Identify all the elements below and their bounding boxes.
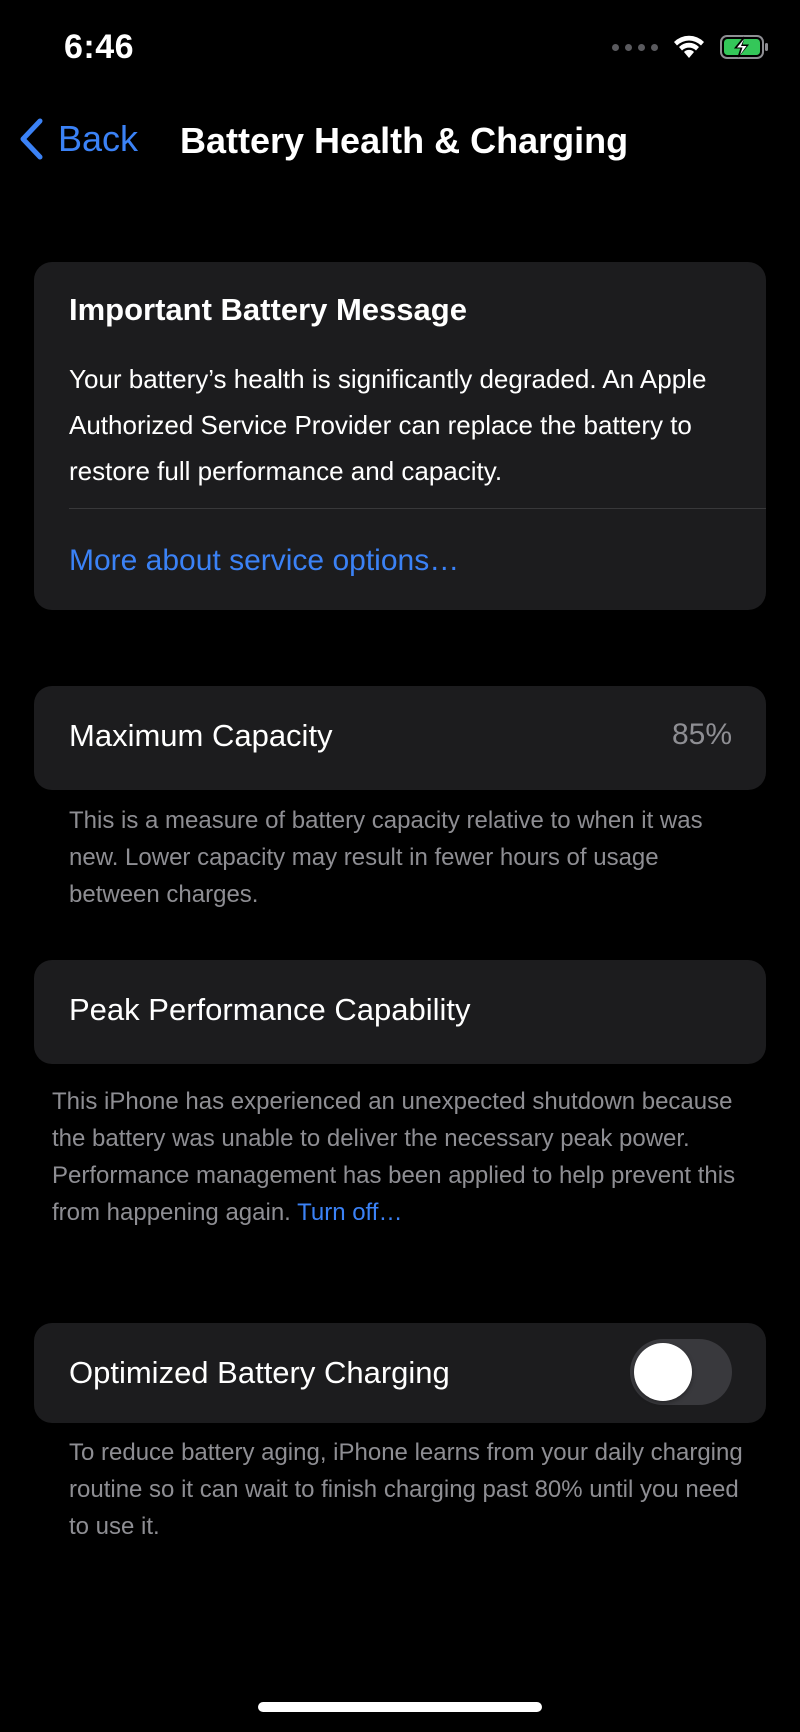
status-time: 6:46 (64, 28, 135, 66)
optimized-charging-label: Optimized Battery Charging (69, 1355, 450, 1390)
maximum-capacity-label: Maximum Capacity (69, 718, 333, 753)
peak-performance-note: This iPhone has experienced an unexpecte… (52, 1083, 762, 1231)
optimized-charging-toggle[interactable] (630, 1339, 732, 1405)
home-indicator (258, 1702, 542, 1712)
important-message-card: Important Battery Message Your battery’s… (34, 262, 766, 610)
toggle-knob (634, 1343, 692, 1401)
navigation-bar: Back Battery Health & Charging (0, 100, 800, 184)
cellular-signal-icon (612, 43, 658, 51)
page-title: Battery Health & Charging (180, 120, 629, 161)
service-options-link[interactable]: More about service options… (69, 544, 459, 578)
maximum-capacity-row: Maximum Capacity 85% (34, 686, 766, 790)
turn-off-link[interactable]: Turn off… (297, 1199, 402, 1226)
back-label: Back (58, 118, 139, 159)
battery-charging-icon (720, 35, 768, 59)
status-bar: 6:46 (0, 0, 800, 100)
optimized-charging-row: Optimized Battery Charging (34, 1323, 766, 1423)
important-message-title: Important Battery Message (69, 292, 467, 327)
status-icons (612, 34, 770, 60)
chevron-left-icon (20, 118, 43, 160)
optimized-charging-note: To reduce battery aging, iPhone learns f… (69, 1439, 743, 1540)
peak-performance-label: Peak Performance Capability (69, 992, 471, 1027)
peak-performance-row: Peak Performance Capability (34, 960, 766, 1064)
divider (69, 508, 766, 509)
maximum-capacity-value: 85% (671, 718, 732, 751)
maximum-capacity-note: This is a measure of battery capacity re… (69, 807, 703, 908)
important-message-body: Your battery’s health is significantly d… (69, 364, 707, 486)
back-button[interactable]: Back (18, 118, 138, 160)
wifi-icon (674, 35, 704, 58)
